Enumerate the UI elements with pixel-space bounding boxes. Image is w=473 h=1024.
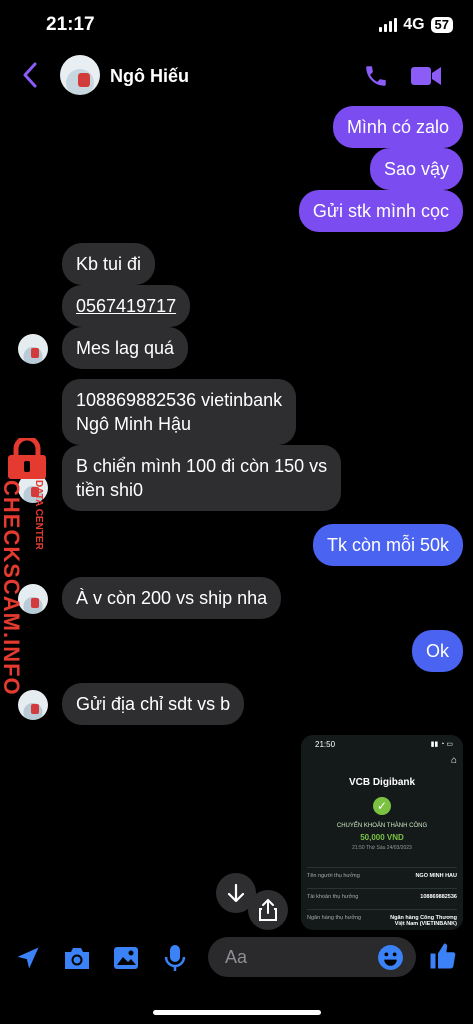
like-icon[interactable] [428, 941, 458, 976]
incoming-message[interactable]: 108869882536 vietinbank Ngô Minh Hậu [62, 379, 297, 445]
watermark-subtext: DATA CENTER [33, 480, 44, 550]
receipt-brand: VCB Digibank [348, 777, 416, 788]
message-line: tiền shi0 [76, 480, 144, 500]
send-location-icon[interactable] [14, 944, 42, 977]
home-indicator[interactable] [153, 1010, 321, 1015]
phone-icon[interactable] [363, 63, 389, 94]
incoming-message[interactable]: Kb tui đi [62, 243, 156, 285]
status-time: 21:17 [46, 14, 95, 35]
video-icon[interactable] [410, 64, 442, 93]
receipt-time: 21:50 [315, 740, 336, 749]
message-line: 108869882536 vietinbank [76, 390, 283, 410]
incoming-message[interactable]: Mes lag quá [62, 327, 189, 369]
outgoing-message[interactable]: Mình có zalo [332, 106, 463, 148]
receipt-row: Tên người thụ hưởng NGO MINH HAU [307, 867, 457, 879]
watermark-text: CHECKSCAM.INFO [0, 480, 24, 696]
receipt-value: 108869882536 [420, 894, 457, 900]
receipt-value: Ngân hàng Công Thương Việt Nam (VIETINBA… [390, 915, 457, 927]
sender-avatar[interactable] [18, 334, 48, 364]
back-button[interactable] [22, 62, 38, 93]
receipt-label: Tài khoản thụ hưởng [307, 894, 359, 900]
incoming-message[interactable]: Gửi địa chỉ sdt vs b [62, 683, 245, 725]
receipt-date: 21:50 Thứ Sáu 24/03/2023 [352, 845, 412, 851]
incoming-message[interactable]: 0567419717 [62, 285, 191, 327]
outgoing-message[interactable]: Ok [411, 630, 463, 672]
contact-avatar[interactable] [60, 55, 100, 95]
receipt-row: Ngân hàng thụ hưởng Ngân hàng Công Thươn… [307, 909, 457, 927]
camera-icon[interactable] [62, 945, 92, 976]
phone-link[interactable]: 0567419717 [76, 296, 176, 316]
home-icon: ⌂ [450, 755, 457, 766]
battery-icon: 57 [430, 17, 453, 33]
emoji-icon[interactable] [377, 944, 404, 976]
gallery-icon[interactable] [112, 945, 140, 976]
receipt-value: NGO MINH HAU [415, 873, 457, 879]
incoming-message[interactable]: À v còn 200 vs ship nha [62, 577, 282, 619]
receipt-row: Tài khoản thụ hưởng 108869882536 [307, 888, 457, 900]
contact-name[interactable]: Ngô Hiếu [110, 66, 189, 87]
check-icon: ✓ [373, 797, 391, 815]
share-icon[interactable] [248, 890, 288, 930]
receipt-image[interactable]: 21:50 ▮▮ ◔ ▭ ⌂ VCB Digibank ✓ CHUYỂN KHO… [301, 735, 463, 930]
outgoing-message[interactable]: Tk còn mỗi 50k [312, 524, 463, 566]
outgoing-message[interactable]: Sao vậy [369, 148, 463, 190]
status-indicators: 4G 57 [379, 16, 453, 34]
message-line: B chiển mình 100 đi còn 150 vs [76, 456, 328, 476]
network-label: 4G [403, 16, 425, 33]
lock-icon [4, 435, 50, 485]
receipt-status: CHUYỂN KHOẢN THÀNH CÔNG [336, 823, 428, 829]
receipt-amount: 50,000 VND [360, 833, 404, 842]
outgoing-message[interactable]: Gửi stk mình cọc [298, 190, 463, 232]
receipt-status-icons: ▮▮ ◔ ▭ [430, 741, 453, 748]
incoming-message[interactable]: B chiển mình 100 đi còn 150 vs tiền shi0 [62, 445, 342, 511]
message-line: Ngô Minh Hậu [76, 414, 192, 434]
receipt-label: Ngân hàng thụ hưởng [307, 915, 362, 921]
message-input-placeholder: Aa [225, 947, 248, 967]
receipt-label: Tên người thụ hưởng [307, 873, 360, 879]
signal-icon [379, 18, 398, 32]
mic-icon[interactable] [162, 943, 188, 978]
